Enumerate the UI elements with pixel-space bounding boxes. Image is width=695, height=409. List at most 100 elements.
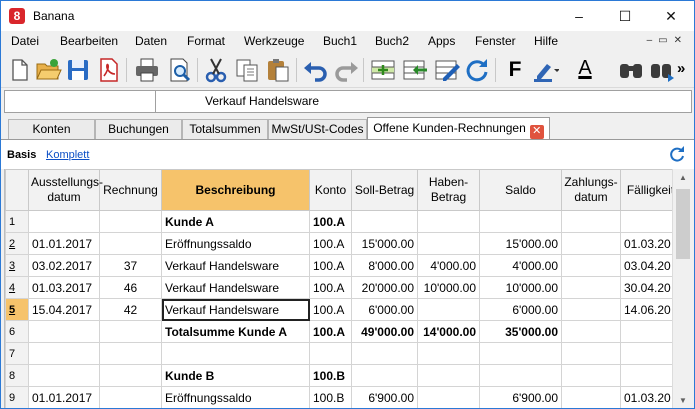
table-row[interactable]: 5 15.04.2017 42 Verkauf Handelsware 100.A 6'0… [5,298,672,321]
table-cell[interactable]: 6'900.00 [479,386,562,408]
table-cell[interactable] [309,342,352,365]
table-cell[interactable]: 6'900.00 [351,386,418,408]
table-cell[interactable]: 6'000.00 [351,298,418,321]
menu-daten[interactable]: Daten [135,34,167,48]
cell-reference-field[interactable] [5,91,156,112]
cell-content-field[interactable]: Verkauf Handelsware [205,94,319,108]
table-cell[interactable]: 42 [99,298,162,321]
table-cell[interactable]: 100.B [309,386,352,408]
row-number[interactable]: 2 [5,232,29,255]
col-header-konto[interactable]: Konto [309,169,352,211]
col-header-faelligkeit[interactable]: Fälligkeit [620,169,672,211]
table-cell[interactable] [99,364,162,387]
table-cell[interactable] [351,364,418,387]
table-cell[interactable] [99,342,162,365]
row-number[interactable]: 1 [5,210,29,233]
table-cell[interactable] [417,298,480,321]
edit-cell-icon[interactable] [433,56,461,84]
table-cell[interactable]: 15'000.00 [479,232,562,255]
table-row[interactable]: 1 Kunde A 100.A [5,210,672,233]
print-icon[interactable] [133,56,161,84]
scroll-down-icon[interactable]: ▼ [673,392,693,408]
table-cell[interactable]: 100.A [309,210,352,233]
table-cell[interactable]: Totalsumme Kunde A [161,320,310,343]
menu-apps[interactable]: Apps [428,34,455,48]
table-cell[interactable] [620,210,672,233]
row-number[interactable]: 9 [5,386,29,408]
menu-hilfe[interactable]: Hilfe [534,34,558,48]
table-cell[interactable] [479,364,562,387]
table-cell[interactable]: 03.02.2017 [28,254,100,277]
table-cell[interactable]: 100.A [309,254,352,277]
table-cell[interactable]: Kunde A [161,210,310,233]
table-cell[interactable]: 100.A [309,276,352,299]
close-tab-icon[interactable]: ✕ [529,125,544,139]
table-cell[interactable] [620,320,672,343]
table-cell[interactable]: 10'000.00 [479,276,562,299]
table-cell[interactable]: 15.04.2017 [28,298,100,321]
tab-mwst-ust-codes[interactable]: MwSt/USt-Codes [268,119,367,139]
table-row[interactable]: 8 Kunde B 100.B [5,364,672,387]
table-cell[interactable] [161,342,310,365]
text-color-icon[interactable]: A [571,56,599,84]
table-cell[interactable] [561,254,621,277]
col-header-rechnung[interactable]: Rechnung [99,169,162,211]
row-number[interactable]: 3 [5,254,29,277]
maximize-button[interactable]: ☐ [602,1,648,31]
add-rows-icon[interactable] [369,56,397,84]
menu-werkzeuge[interactable]: Werkzeuge [244,34,304,48]
table-cell[interactable]: Verkauf Handelsware [161,254,310,277]
table-cell[interactable]: Verkauf Handelsware [161,298,310,321]
refresh-icon[interactable] [668,145,686,163]
col-header-haben-betrag[interactable]: Haben-Betrag [417,169,480,211]
table-cell[interactable]: Eröffnungssaldo [161,386,310,408]
table-cell[interactable]: 14'000.00 [417,320,480,343]
table-cell[interactable]: 4'000.00 [479,254,562,277]
recalculate-icon[interactable] [463,56,491,84]
table-cell[interactable] [28,364,100,387]
table-cell[interactable] [620,342,672,365]
table-cell[interactable] [28,210,100,233]
table-cell[interactable] [561,386,621,408]
view-basis[interactable]: Basis [7,149,36,161]
table-cell[interactable] [561,320,621,343]
open-folder-icon[interactable] [34,56,62,84]
table-cell[interactable]: Kunde B [161,364,310,387]
menu-bearbeiten[interactable]: Bearbeiten [60,34,118,48]
menu-buch1[interactable]: Buch1 [323,34,357,48]
row-number[interactable]: 4 [5,276,29,299]
table-cell[interactable]: Eröffnungssaldo [161,232,310,255]
table-cell[interactable] [620,364,672,387]
view-komplett-link[interactable]: Komplett [46,149,89,161]
toolbar-overflow-button[interactable]: » [677,56,693,84]
table-cell[interactable] [417,364,480,387]
bold-icon[interactable]: F [501,56,529,84]
table-row[interactable]: 3 03.02.2017 37 Verkauf Handelsware 100.A 8'0… [5,254,672,277]
table-row[interactable]: 9 01.01.2017 Eröffnungssaldo 100.B 6'900.00 6… [5,386,672,408]
table-cell[interactable]: 35'000.00 [479,320,562,343]
copy-icon[interactable] [233,56,261,84]
table-cell[interactable] [99,320,162,343]
table-cell[interactable]: 15'000.00 [351,232,418,255]
paste-icon[interactable] [264,56,292,84]
menu-format[interactable]: Format [187,34,225,48]
table-cell[interactable]: 100.A [309,298,352,321]
table-cell[interactable]: 01.03.20 [620,386,672,408]
highlight-color-icon[interactable] [531,56,559,84]
menu-fenster[interactable]: Fenster [475,34,516,48]
table-cell[interactable]: 01.03.2017 [28,276,100,299]
table-cell[interactable]: 6'000.00 [479,298,562,321]
table-cell[interactable] [561,276,621,299]
table-row[interactable]: 4 01.03.2017 46 Verkauf Handelsware 100.A 20'… [5,276,672,299]
table-cell[interactable] [561,210,621,233]
table-cell[interactable] [479,342,562,365]
table-cell[interactable] [417,342,480,365]
row-number[interactable]: 7 [5,342,29,365]
table-cell[interactable]: 100.B [309,364,352,387]
row-number[interactable]: 5 [5,298,29,321]
table-cell[interactable] [99,210,162,233]
table-cell[interactable] [351,210,418,233]
table-cell[interactable]: Verkauf Handelsware [161,276,310,299]
table-cell[interactable]: 14.06.20 [620,298,672,321]
menu-buch2[interactable]: Buch2 [375,34,409,48]
